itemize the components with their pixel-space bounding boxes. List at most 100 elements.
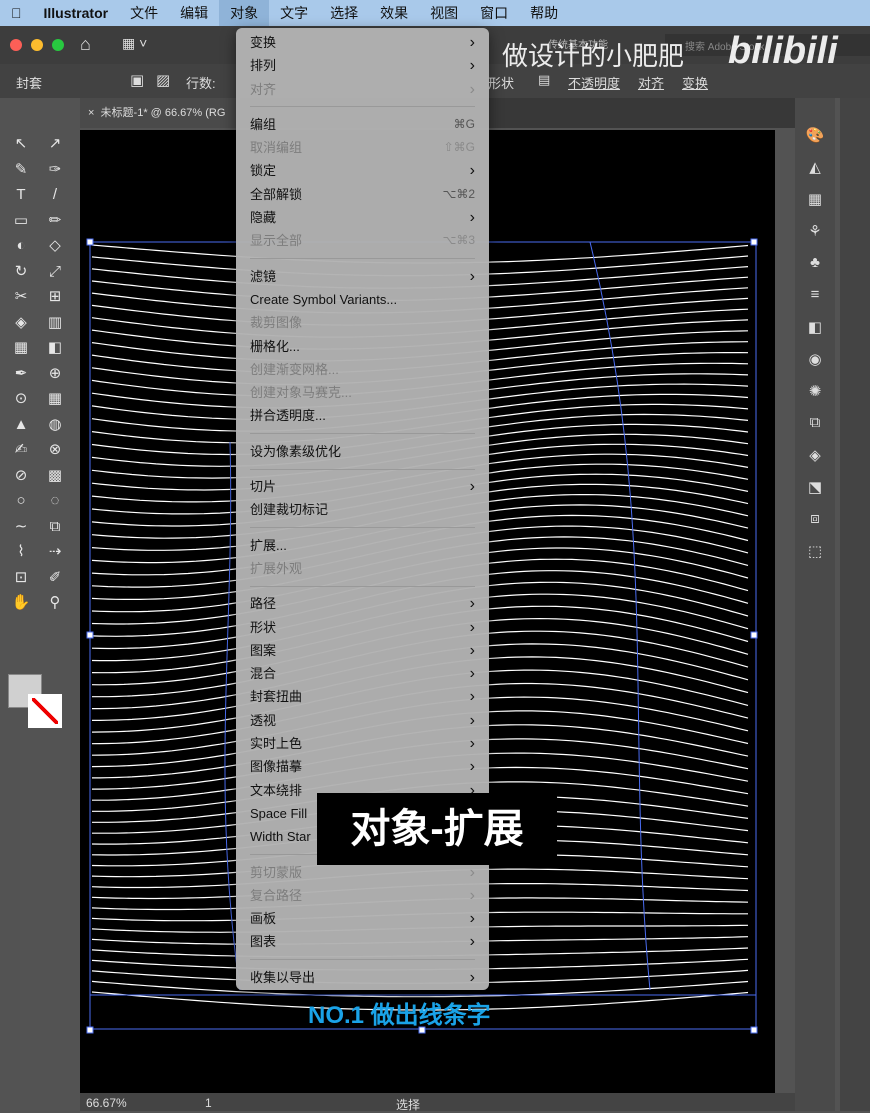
tool-icon[interactable]: ✐ (44, 568, 66, 588)
menu-item[interactable]: 设为像素级优化 (236, 440, 489, 463)
panel-icon[interactable]: ⧉ (804, 414, 826, 434)
menu-item[interactable]: 创建裁切标记 (236, 498, 489, 521)
tool-icon[interactable]: ✏ (44, 211, 66, 231)
menu-help[interactable]: 帮助 (519, 0, 569, 26)
tool-icon[interactable]: ⊗ (44, 440, 66, 460)
tool-icon[interactable]: ✎ (10, 160, 32, 180)
menu-item[interactable]: 收集以导出 › (236, 966, 489, 989)
zoom-button[interactable] (52, 39, 64, 51)
tool-icon[interactable]: ✒ (10, 364, 32, 384)
shape-link[interactable]: 形状 (488, 73, 514, 92)
artboard-number[interactable]: 1 (205, 1096, 212, 1110)
panel-icon[interactable]: ⚘ (804, 222, 826, 242)
menu-app[interactable]: Illustrator (33, 0, 120, 26)
menu-item[interactable]: 编组 ⌘G (236, 113, 489, 136)
close-tab-icon[interactable]: × (88, 107, 101, 119)
panel-icon[interactable]: ◈ (804, 446, 826, 466)
tool-icon[interactable]: ◍ (44, 415, 66, 435)
tool-icon[interactable]: ◐ (10, 236, 32, 256)
tool-icon[interactable]: ▭ (10, 211, 32, 231)
transform-link[interactable]: 变换 (682, 73, 708, 92)
tool-icon[interactable]: ↖ (10, 134, 32, 154)
tool-icon[interactable]: ⚲ (44, 593, 66, 613)
tool-icon[interactable]: T (10, 185, 32, 205)
minimize-button[interactable] (31, 39, 43, 51)
close-button[interactable] (10, 39, 22, 51)
tool-icon[interactable]: ⤢ (44, 262, 66, 282)
tool-icon[interactable]: ✂ (10, 287, 32, 307)
panel-icon[interactable]: ⬔ (804, 478, 826, 498)
tool-icon[interactable]: ▦ (10, 338, 32, 358)
menu-item[interactable]: 排列 › (236, 54, 489, 77)
tool-icon[interactable]: ⊕ (44, 364, 66, 384)
panel-icon[interactable]: ⬚ (804, 542, 826, 562)
menu-select[interactable]: 选择 (319, 0, 369, 26)
tool-icon[interactable]: ∼ (10, 517, 32, 537)
menu-item[interactable]: 混合 › (236, 662, 489, 685)
tool-icon[interactable]: ◧ (44, 338, 66, 358)
stroke-swatch[interactable] (28, 694, 62, 728)
menu-item[interactable]: 透视 › (236, 709, 489, 732)
tool-icon[interactable]: ▲ (10, 415, 32, 435)
tool-icon[interactable]: ⊞ (44, 287, 66, 307)
tool-icon[interactable]: ⌇ (10, 542, 32, 562)
tool-icon[interactable]: ✍ (10, 440, 32, 460)
panel-icon[interactable]: ⧈ (804, 510, 826, 530)
zoom-level[interactable]: 66.67% (86, 1096, 127, 1110)
menu-item[interactable]: 变换 › (236, 31, 489, 54)
tool-icon[interactable]: ↗ (44, 134, 66, 154)
menu-item[interactable]: 形状 › (236, 616, 489, 639)
menu-item[interactable]: 实时上色 › (236, 732, 489, 755)
menu-item[interactable]: 扩展... (236, 534, 489, 557)
align-link[interactable]: 对齐 (638, 73, 664, 92)
home-icon[interactable]: ⌂ (80, 34, 91, 55)
menu-item[interactable]: 图表 › (236, 930, 489, 953)
menu-file[interactable]: 文件 (119, 0, 169, 26)
menu-item[interactable]: 全部解锁 ⌥⌘2 (236, 183, 489, 206)
menu-item[interactable]: 拼合透明度... (236, 404, 489, 427)
menu-item[interactable]: Create Symbol Variants... (236, 288, 489, 311)
tool-icon[interactable]: ○ (10, 491, 32, 511)
menu-object[interactable]: 对象 (219, 0, 270, 26)
tool-icon[interactable]: ▦ (44, 389, 66, 409)
menu-item[interactable]: 路径 › (236, 592, 489, 615)
menu-effect[interactable]: 效果 (369, 0, 419, 26)
tool-icon[interactable]: ◇ (44, 236, 66, 256)
tool-icon[interactable]: ▥ (44, 313, 66, 333)
menu-item[interactable]: 滤镜 › (236, 265, 489, 288)
layout-icon[interactable]: ▦ ˅ (122, 35, 147, 52)
menu-item[interactable]: 栅格化... (236, 335, 489, 358)
menu-window[interactable]: 窗口 (469, 0, 519, 26)
panel-icon[interactable]: ♣ (804, 254, 826, 274)
tool-icon[interactable]: ✑ (44, 160, 66, 180)
menu-view[interactable]: 视图 (419, 0, 469, 26)
opacity-link[interactable]: 不透明度 (568, 73, 620, 92)
tool-icon[interactable]: ⊡ (10, 568, 32, 588)
panel-icon[interactable]: ≡ (804, 286, 826, 306)
tool-icon[interactable]: ◈ (10, 313, 32, 333)
panel-icon[interactable]: ▤ (538, 72, 550, 88)
panel-icon[interactable]: 🎨 (804, 126, 826, 146)
menu-edit[interactable]: 编辑 (169, 0, 219, 26)
tool-icon[interactable]: ✋ (10, 593, 32, 613)
panel-icon[interactable]: ▦ (804, 190, 826, 210)
envelope-mesh-icon[interactable]: ▨ (156, 71, 170, 89)
menu-item[interactable]: 切片 › (236, 475, 489, 498)
menu-item[interactable]: 隐藏 › (236, 206, 489, 229)
tool-icon[interactable]: ↻ (10, 262, 32, 282)
tool-icon[interactable]: ⇢ (44, 542, 66, 562)
apple-icon[interactable]:  (0, 0, 33, 26)
menu-item[interactable]: 图像描摹 › (236, 755, 489, 778)
panel-icon[interactable]: ◭ (804, 158, 826, 178)
menu-item[interactable]: 锁定 › (236, 159, 489, 182)
tool-icon[interactable]: ◌ (44, 491, 66, 511)
envelope-warp-icon[interactable]: ▣ (130, 71, 144, 89)
tool-icon[interactable]: ⧉ (44, 517, 66, 537)
tool-icon[interactable]: ⊙ (10, 389, 32, 409)
tool-icon[interactable]: ▩ (44, 466, 66, 486)
tool-icon[interactable]: ⊘ (10, 466, 32, 486)
menu-item[interactable]: 封套扭曲 › (236, 685, 489, 708)
menu-type[interactable]: 文字 (269, 0, 319, 26)
tool-icon[interactable]: / (44, 185, 66, 205)
document-tab[interactable]: × 未标题-1* @ 66.67% (RG (80, 98, 240, 128)
